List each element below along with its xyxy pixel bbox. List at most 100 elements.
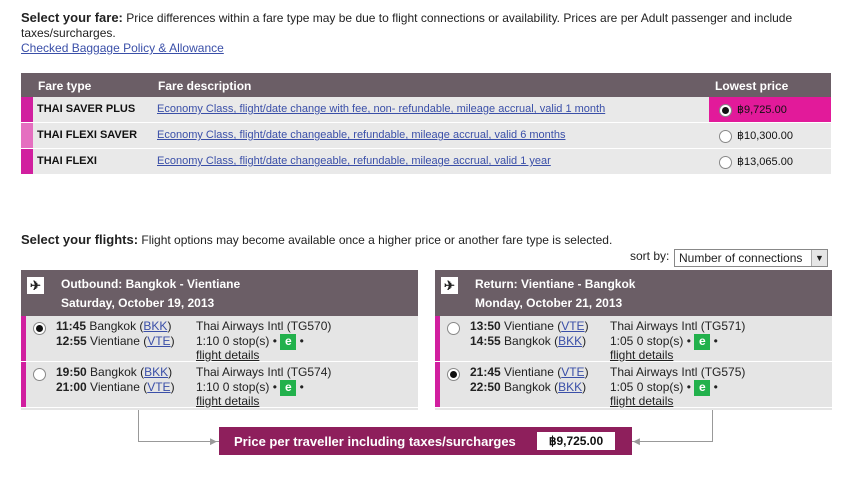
fare-type-name: THAI FLEXI — [37, 155, 97, 167]
flight-radio[interactable] — [447, 322, 460, 335]
arrival-time: 12:55 — [56, 334, 87, 348]
fare-row-flexi[interactable]: THAI FLEXI Economy Class, flight/date ch… — [21, 149, 831, 175]
stops: 0 stop(s) — [636, 334, 684, 349]
chevron-down-icon[interactable]: ▼ — [811, 250, 827, 266]
departure-city: Vientiane — [504, 365, 554, 379]
flight-details-link[interactable]: flight details — [196, 348, 259, 362]
separator-bullet: • — [299, 380, 304, 395]
airline-name: Thai Airways Intl (TG575) — [610, 365, 746, 379]
departure-line: 11:45 Bangkok (BKK) — [56, 319, 172, 333]
eticket-icon: e — [694, 334, 711, 350]
arrival-city: Vientiane — [90, 380, 140, 394]
departure-line: 21:45 Vientiane (VTE) — [470, 365, 589, 379]
departure-line: 13:50 Vientiane (VTE) — [470, 319, 589, 333]
plane-icon: ✈ — [441, 277, 458, 294]
flight-details-link[interactable]: flight details — [196, 394, 259, 408]
return-route: Return: Vientiane - Bangkok — [475, 277, 636, 291]
baggage-policy-link[interactable]: Checked Baggage Policy & Allowance — [21, 41, 224, 55]
fare-type-name: THAI SAVER PLUS — [37, 103, 136, 115]
fare-radio[interactable] — [719, 130, 732, 143]
separator-bullet: • — [713, 334, 718, 349]
fare-type-name: THAI FLEXI SAVER — [37, 129, 138, 141]
fare-intro-text: Price differences within a fare type may… — [21, 11, 793, 40]
departure-airport-link[interactable]: VTE — [561, 319, 584, 333]
departure-city: Vientiane — [504, 319, 554, 333]
fare-radio[interactable] — [719, 104, 732, 117]
arrow-left-icon: ◀ — [633, 436, 640, 446]
duration: 1:10 — [196, 334, 220, 349]
sort-label: sort by: — [630, 249, 670, 263]
sort-select-value: Number of connections — [679, 251, 803, 265]
flights-heading: Select your flights: — [21, 232, 139, 247]
outbound-connector — [138, 410, 219, 442]
flights-intro: Select your flights: Flight options may … — [21, 232, 612, 247]
departure-airport-link[interactable]: VTE — [561, 365, 584, 379]
separator-bullet: • — [713, 380, 718, 395]
fare-row-flexi-saver[interactable]: THAI FLEXI SAVER Economy Class, flight/d… — [21, 123, 831, 149]
fare-description-link[interactable]: Economy Class, flight/date changeable, r… — [157, 129, 565, 141]
return-connector — [632, 410, 713, 442]
outbound-option[interactable]: 11:45 Bangkok (BKK) 12:55 Vientiane (VTE… — [21, 316, 418, 362]
separator-bullet: • — [272, 334, 277, 349]
arrival-airport-link[interactable]: VTE — [147, 334, 170, 348]
fare-table: Fare type Fare description Lowest price … — [21, 73, 831, 175]
fare-row-saver-plus[interactable]: THAI SAVER PLUS Economy Class, flight/da… — [21, 97, 831, 123]
fare-price-cell[interactable]: ฿13,065.00 — [709, 149, 831, 174]
outbound-option[interactable]: 19:50 Bangkok (BKK) 21:00 Vientiane (VTE… — [21, 362, 418, 408]
option-stripe — [435, 316, 440, 361]
arrival-city: Bangkok — [504, 380, 551, 394]
return-option[interactable]: 13:50 Vientiane (VTE) 14:55 Bangkok (BKK… — [435, 316, 832, 362]
return-date: Monday, October 21, 2013 — [475, 296, 623, 310]
departure-airport-link[interactable]: BKK — [144, 365, 168, 379]
fare-type-column-header: Fare type — [38, 79, 92, 93]
arrival-line: 21:00 Vientiane (VTE) — [56, 380, 175, 394]
eticket-icon: e — [280, 380, 297, 396]
flight-details-link[interactable]: flight details — [610, 348, 673, 362]
return-header: ✈ Return: Vientiane - Bangkok Monday, Oc… — [435, 270, 832, 316]
arrival-city: Bangkok — [504, 334, 551, 348]
arrival-line: 14:55 Bangkok (BKK) — [470, 334, 587, 348]
arrow-right-icon: ▶ — [210, 436, 217, 446]
arrival-airport-link[interactable]: VTE — [147, 380, 170, 394]
arrival-time: 21:00 — [56, 380, 87, 394]
fare-description-link[interactable]: Economy Class, flight/date changeable, r… — [157, 155, 551, 167]
departure-city: Bangkok — [89, 319, 137, 333]
fare-description-link[interactable]: Economy Class, flight/date change with f… — [157, 103, 605, 115]
eticket-icon: e — [280, 334, 297, 350]
duration: 1:10 — [196, 380, 220, 395]
airline-name: Thai Airways Intl (TG571) — [610, 319, 746, 333]
airline-name: Thai Airways Intl (TG570) — [196, 319, 332, 333]
flight-details-link[interactable]: flight details — [610, 394, 673, 408]
arrival-airport-link[interactable]: BKK — [558, 380, 582, 394]
plane-icon: ✈ — [27, 277, 44, 294]
fare-table-header: Fare type Fare description Lowest price — [21, 73, 831, 97]
separator-bullet: • — [686, 334, 691, 349]
fare-price: ฿10,300.00 — [737, 130, 793, 142]
return-option[interactable]: 21:45 Vientiane (VTE) 22:50 Bangkok (BKK… — [435, 362, 832, 408]
flight-radio[interactable] — [33, 368, 46, 381]
fare-row-stripe — [21, 149, 33, 174]
stops: 0 stop(s) — [222, 334, 270, 349]
fare-price-cell[interactable]: ฿10,300.00 — [709, 123, 831, 148]
departure-time: 19:50 — [56, 365, 87, 379]
fare-price-cell[interactable]: ฿9,725.00 — [709, 97, 831, 122]
arrival-airport-link[interactable]: BKK — [558, 334, 582, 348]
fare-price: ฿13,065.00 — [737, 156, 793, 168]
fare-heading: Select your fare: — [21, 10, 123, 25]
fare-row-stripe — [21, 123, 33, 148]
departure-city: Bangkok — [90, 365, 137, 379]
arrival-time: 22:50 — [470, 380, 501, 394]
fare-radio[interactable] — [719, 156, 732, 169]
eticket-icon: e — [694, 380, 711, 396]
stops: 0 stop(s) — [636, 380, 684, 395]
duration: 1:05 — [610, 334, 634, 349]
option-stripe — [21, 362, 26, 407]
fare-description-column-header: Fare description — [158, 79, 252, 93]
fare-row-stripe — [21, 97, 33, 122]
flight-radio[interactable] — [447, 368, 460, 381]
airline-name: Thai Airways Intl (TG574) — [196, 365, 332, 379]
outbound-panel: ✈ Outbound: Bangkok - Vientiane Saturday… — [21, 270, 418, 410]
flight-radio[interactable] — [33, 322, 46, 335]
sort-select[interactable]: Number of connections ▼ — [674, 249, 828, 267]
departure-airport-link[interactable]: BKK — [143, 319, 167, 333]
